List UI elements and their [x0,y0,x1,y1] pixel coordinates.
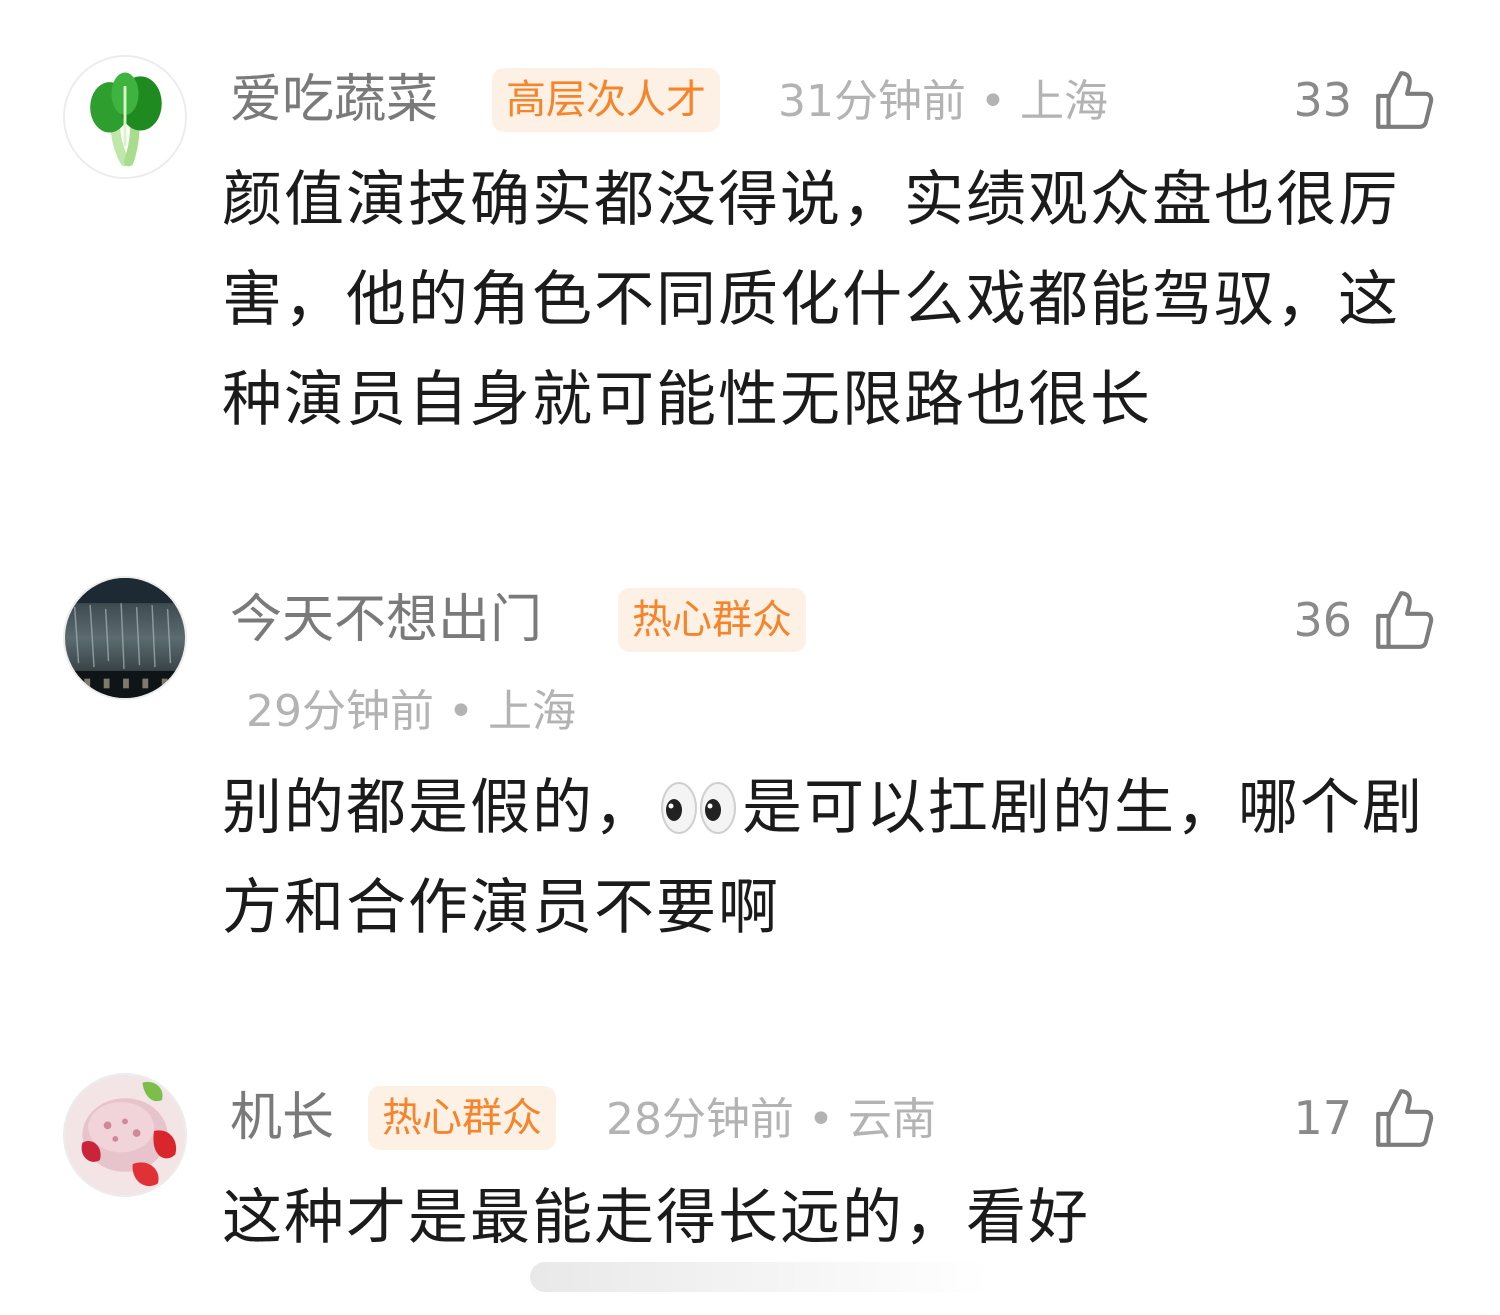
comment-location: 上海 [1019,76,1108,127]
user-badge: 热心群众 [618,588,806,652]
comment-text: 颜值演技确实都没得说，实绩观众盘也很厉害，他的角色不同质化什么戏都能驾驭，这种演… [222,165,1400,435]
strawberry-icecream-icon [65,1075,185,1195]
like-count: 36 [1293,593,1352,647]
user-badge: 高层次人才 [492,68,720,132]
comment-meta: 29分钟前 • 上海 [246,682,576,742]
like-button[interactable]: 17 [1293,1082,1436,1154]
comment-text-part: 别的都是假的， [222,773,656,843]
like-count: 33 [1293,73,1352,127]
comment-time: 29分钟前 [246,686,434,737]
eyes-emoji-icon [661,782,736,834]
comment-text: 别的都是假的， 是可以扛剧的生，哪个剧方和合作演员不要啊 [222,758,1452,958]
thumbs-up-icon [1376,591,1434,649]
thumbs-up-icon [1376,71,1434,129]
username[interactable]: 今天不想出门 [230,590,542,650]
user-badge: 热心群众 [368,1086,556,1150]
comment-time: 31分钟前 [778,76,966,127]
comment-time: 28分钟前 [606,1094,794,1145]
comment-text: 这种才是最能走得长远的，看好 [222,1183,1090,1253]
thumbs-up-icon [1376,1089,1434,1147]
comment-location: 云南 [847,1094,936,1145]
user-avatar[interactable] [63,1073,187,1197]
watermark [530,1262,990,1292]
meta-separator: • [808,1094,834,1145]
like-count: 17 [1293,1091,1352,1145]
rain-scene-icon [65,578,185,698]
like-button[interactable]: 36 [1293,584,1436,656]
comment-location: 上海 [487,686,576,737]
username[interactable]: 机长 [230,1088,334,1148]
user-avatar[interactable] [63,576,187,700]
username[interactable]: 爱吃蔬菜 [230,70,438,130]
comment-meta: 31分钟前 • 上海 [778,72,1108,132]
bok-choy-icon [65,57,185,177]
meta-separator: • [448,686,474,737]
user-avatar[interactable] [63,55,187,179]
comment-meta: 28分钟前 • 云南 [606,1090,936,1150]
meta-separator: • [980,76,1006,127]
like-button[interactable]: 33 [1293,64,1436,136]
